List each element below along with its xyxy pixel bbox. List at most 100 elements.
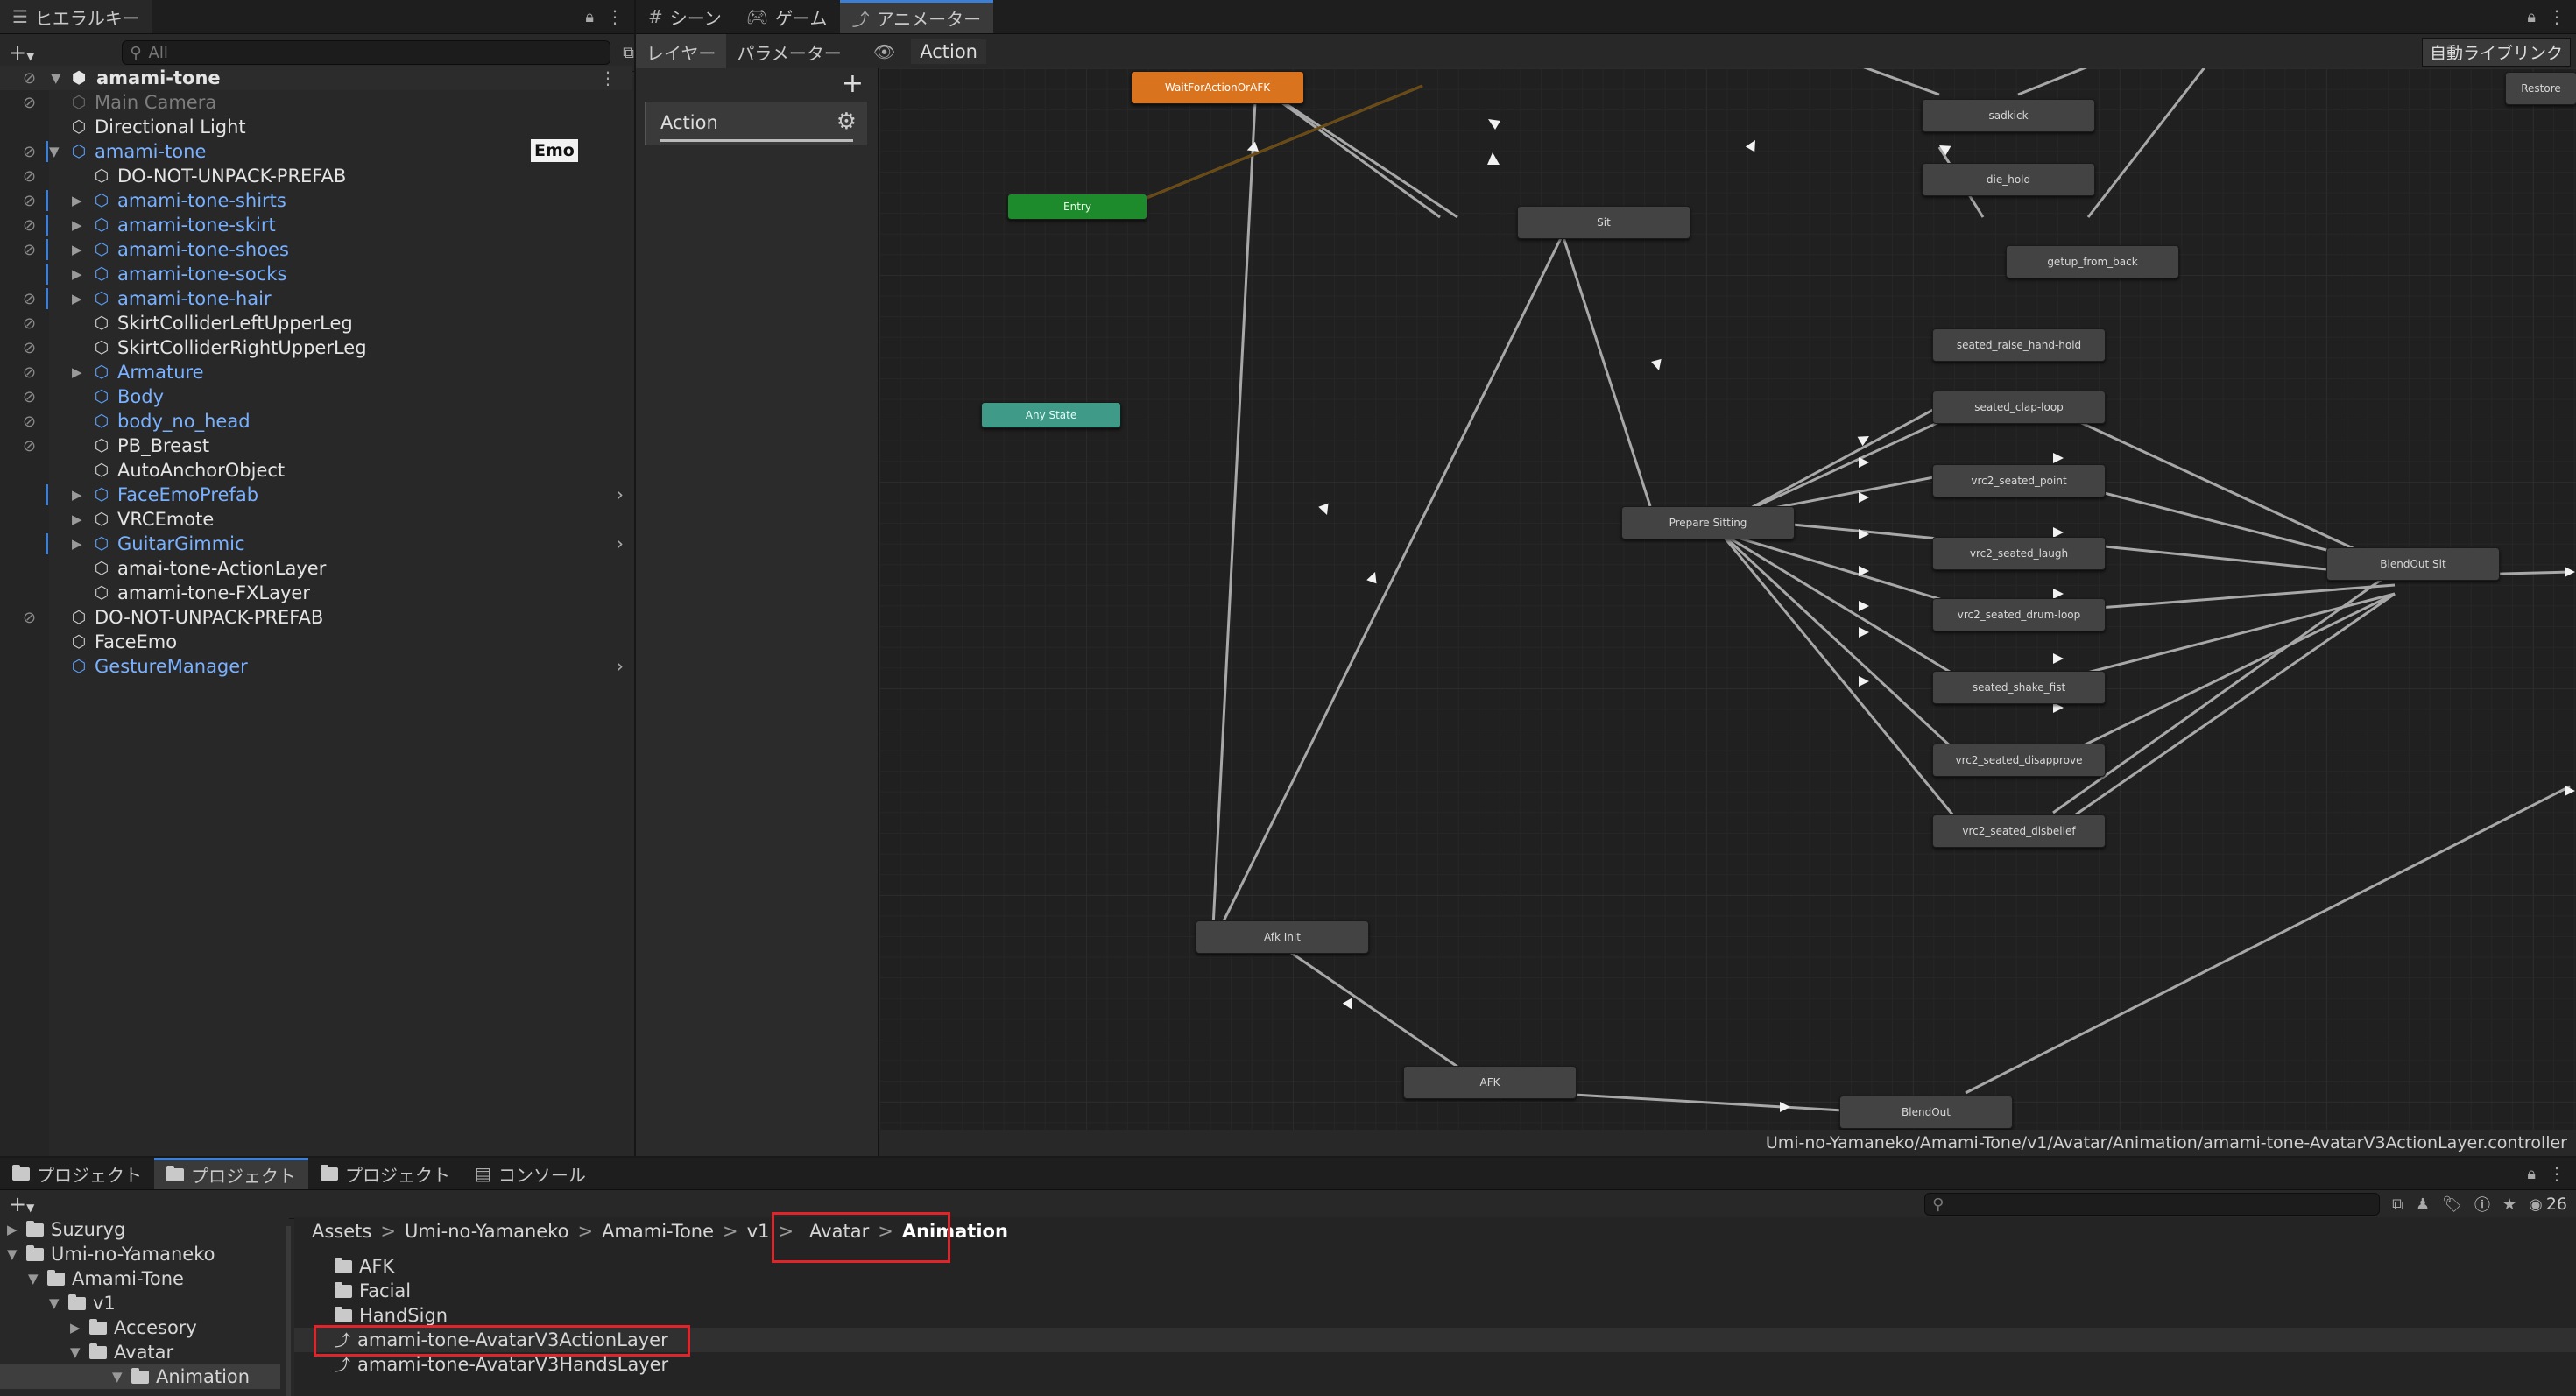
- hierarchy-row[interactable]: ⊘ ⬡ PB_Breast: [0, 434, 632, 458]
- state-afk[interactable]: AFK: [1403, 1066, 1577, 1099]
- tab-project-1[interactable]: プロジェクト: [0, 1158, 154, 1189]
- chevron-right-icon[interactable]: ›: [616, 533, 624, 555]
- hierarchy-row[interactable]: ⊘ ▶ ⬡ amami-tone-skirt: [0, 213, 632, 237]
- tab-parameters[interactable]: パラメーター: [726, 34, 851, 69]
- state-prepare-sitting[interactable]: Prepare Sitting: [1621, 506, 1795, 539]
- favorite-star-icon[interactable]: ★: [2502, 1195, 2516, 1214]
- hierarchy-row[interactable]: ⬡ FaceEmo: [0, 630, 632, 654]
- add-layer-button[interactable]: +: [842, 68, 864, 99]
- tab-scene[interactable]: # シーン: [636, 0, 734, 33]
- state-vrc2-seated-disapprove[interactable]: vrc2_seated_disapprove: [1932, 744, 2106, 777]
- state-machine-graph[interactable]: WaitForActionOrAFK Entry Any State Sit s…: [879, 68, 2576, 1130]
- scene-root-row[interactable]: ⊘ ▼ ⬢ amami-tone ⋮: [0, 66, 632, 90]
- hierarchy-row[interactable]: ⬡ Directional Light: [0, 115, 632, 139]
- tab-hierarchy[interactable]: ☰ ヒエラルキー: [0, 0, 152, 33]
- hierarchy-row[interactable]: ⊘ ⬡ Body: [0, 384, 632, 409]
- create-dropdown-button[interactable]: +▼: [9, 40, 34, 65]
- breadcrumb-amami-tone[interactable]: Amami-Tone: [602, 1221, 714, 1242]
- expand-arrow-icon[interactable]: ▼: [49, 144, 60, 159]
- hierarchy-row[interactable]: ⊘ ▶ ⬡ Armature: [0, 360, 632, 384]
- auto-live-link-button[interactable]: 自動ライブリンク: [2421, 37, 2571, 67]
- visibility-toggle-icon[interactable]: ⊘: [23, 388, 36, 406]
- expand-arrow-icon[interactable]: ▶: [72, 242, 82, 257]
- tab-console[interactable]: ▤ コンソール: [462, 1158, 598, 1189]
- expand-arrow-icon[interactable]: ▼: [70, 1344, 81, 1360]
- tree-item-umi-no-yamaneko[interactable]: ▼ Umi-no-Yamaneko: [7, 1242, 215, 1266]
- lock-icon[interactable]: 🔒︎: [2527, 1165, 2536, 1183]
- kebab-menu-icon[interactable]: ⋮: [2548, 6, 2565, 27]
- hierarchy-row[interactable]: ▶ ⬡ GuitarGimmic ›: [0, 532, 632, 556]
- kebab-menu-icon[interactable]: ⋮: [599, 67, 617, 88]
- state-seated-shake-fist[interactable]: seated_shake_fist: [1932, 671, 2106, 704]
- state-vrc2-seated-point[interactable]: vrc2_seated_point: [1932, 464, 2106, 497]
- expand-arrow-icon[interactable]: ▶: [7, 1222, 18, 1237]
- hierarchy-row[interactable]: ⬡ AutoAnchorObject: [0, 458, 632, 483]
- visibility-toggle-icon[interactable]: ⊘: [23, 609, 36, 627]
- hierarchy-row[interactable]: ⊘ ⬡ body_no_head: [0, 409, 632, 434]
- hierarchy-row[interactable]: ⊘ ⬡ DO-NOT-UNPACK-PREFAB: [0, 164, 632, 188]
- expand-arrow-icon[interactable]: ▼: [112, 1369, 123, 1385]
- tab-game[interactable]: 🎮︎ ゲーム: [734, 0, 840, 33]
- visibility-toggle-icon[interactable]: ⊘: [23, 339, 36, 357]
- tree-scrollbar[interactable]: [286, 1226, 291, 1396]
- eye-icon[interactable]: 👁︎: [873, 41, 895, 62]
- hierarchy-row[interactable]: ⊘ ▶ ⬡ amami-tone-shoes: [0, 237, 632, 262]
- hierarchy-row[interactable]: ⊘ ⬡ DO-NOT-UNPACK-PREFAB: [0, 605, 632, 630]
- state-any-state[interactable]: Any State: [981, 402, 1121, 428]
- tab-project-3[interactable]: プロジェクト: [308, 1158, 462, 1189]
- state-die-hold[interactable]: die_hold: [1922, 163, 2095, 196]
- breadcrumb-assets[interactable]: Assets: [312, 1221, 371, 1242]
- visibility-toggle-icon[interactable]: ⊘: [23, 192, 36, 210]
- hierarchy-search-input[interactable]: ⚲ All: [122, 40, 611, 65]
- visibility-toggle-icon[interactable]: ⊘: [23, 241, 36, 259]
- state-seated-raise-hand-hold[interactable]: seated_raise_hand-hold: [1932, 328, 2106, 362]
- file-item-hands-layer[interactable]: ⤴ amami-tone-AvatarV3HandsLayer: [335, 1352, 668, 1377]
- state-sit[interactable]: Sit: [1517, 206, 1690, 239]
- restore-button[interactable]: Restore: [2505, 72, 2576, 105]
- breadcrumb-action[interactable]: Action: [911, 39, 986, 64]
- hierarchy-row[interactable]: ⊘ ⬡ SkirtColliderLeftUpperLeg: [0, 311, 632, 335]
- search-options-icon[interactable]: ⧉: [2392, 1195, 2403, 1214]
- kebab-menu-icon[interactable]: ⋮: [606, 6, 624, 27]
- search-options-icon[interactable]: ⧉: [623, 44, 634, 62]
- expand-arrow-icon[interactable]: ▶: [72, 193, 82, 208]
- state-vrc2-seated-laugh[interactable]: vrc2_seated_laugh: [1932, 537, 2106, 570]
- state-blendout-sit[interactable]: BlendOut Sit: [2326, 547, 2500, 581]
- state-entry[interactable]: Entry: [1007, 194, 1147, 220]
- layer-weight-slider[interactable]: [660, 139, 853, 142]
- expand-arrow-icon[interactable]: ▶: [72, 291, 82, 307]
- expand-arrow-icon[interactable]: ▼: [28, 1271, 39, 1287]
- hierarchy-row[interactable]: ⊘ ▶ ⬡ amami-tone-shirts: [0, 188, 632, 213]
- file-item-afk[interactable]: AFK: [335, 1254, 394, 1279]
- visibility-toggle-icon[interactable]: ⊘: [23, 412, 36, 431]
- state-vrc2-seated-disbelief[interactable]: vrc2_seated_disbelief: [1932, 814, 2106, 848]
- visibility-toggle-icon[interactable]: ⊘: [23, 437, 36, 455]
- expand-arrow-icon[interactable]: ▶: [72, 487, 82, 503]
- kebab-menu-icon[interactable]: ⋮: [2548, 1163, 2565, 1184]
- tab-layers[interactable]: レイヤー: [636, 34, 727, 69]
- hierarchy-row[interactable]: ⊘ ▶ ⬡ amami-tone-hair: [0, 286, 632, 311]
- log-info-icon[interactable]: ⓘ: [2474, 1193, 2490, 1216]
- hierarchy-row[interactable]: ⬡ amai-tone-ActionLayer: [0, 556, 632, 581]
- visibility-toggle-icon[interactable]: ⊘: [23, 290, 36, 308]
- tree-item-avatar[interactable]: ▼ Avatar: [70, 1340, 173, 1364]
- expand-arrow-icon[interactable]: ▶: [72, 217, 82, 233]
- expand-arrow-icon[interactable]: ▼: [51, 70, 61, 86]
- expand-arrow-icon[interactable]: ▶: [72, 536, 82, 552]
- tree-item-animation[interactable]: ▼ Animation: [0, 1364, 280, 1389]
- state-sadkick[interactable]: sadkick: [1922, 99, 2095, 132]
- file-item-facial[interactable]: Facial: [335, 1279, 411, 1303]
- expand-arrow-icon[interactable]: ▼: [49, 1295, 60, 1311]
- state-vrc2-seated-drum-loop[interactable]: vrc2_seated_drum-loop: [1932, 598, 2106, 631]
- tree-item-accesory[interactable]: ▶ Accesory: [70, 1315, 197, 1340]
- expand-arrow-icon[interactable]: ▶: [72, 266, 82, 282]
- layer-item-action[interactable]: Action ⚙: [645, 102, 867, 145]
- breadcrumb-v1[interactable]: v1: [747, 1221, 770, 1242]
- visibility-toggle-icon[interactable]: ⊘: [23, 143, 36, 161]
- hierarchy-row[interactable]: ▶ ⬡ VRCEmote: [0, 507, 632, 532]
- create-dropdown-button[interactable]: +▼: [9, 1192, 34, 1216]
- hierarchy-row[interactable]: ⬡ amami-tone-FXLayer: [0, 581, 632, 605]
- hierarchy-row[interactable]: ⬡ GestureManager ›: [0, 654, 632, 679]
- hierarchy-row[interactable]: ⊘ ⬡ Main Camera: [0, 90, 632, 115]
- visibility-toggle-icon[interactable]: ⊘: [23, 314, 36, 333]
